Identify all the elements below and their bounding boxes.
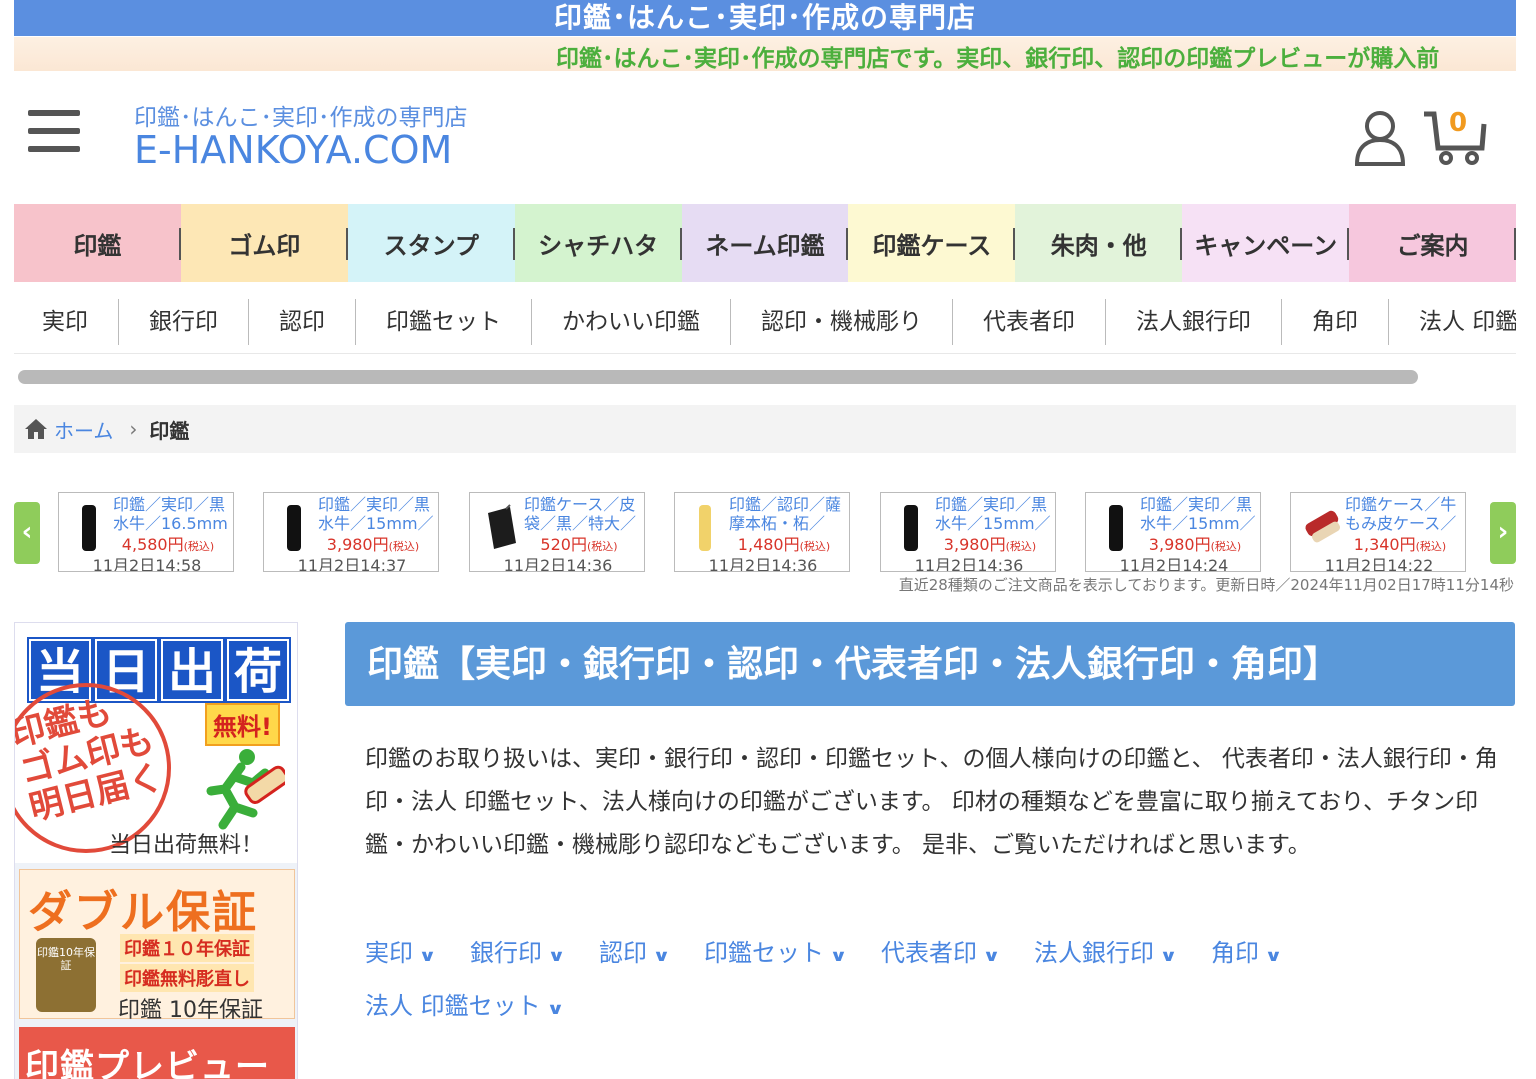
preview-title: 印鑑プレビュー [25, 1047, 270, 1079]
menu-icon[interactable] [28, 110, 80, 156]
subnav-item[interactable]: かわいい印鑑 [532, 298, 731, 345]
category-tab[interactable]: ご案内 [1349, 204, 1517, 282]
category-tab[interactable]: スタンプ [347, 204, 515, 282]
guarantee-seal-icon: 印鑑10年保証 [36, 938, 96, 1012]
anchor-link[interactable]: 法人銀行印 ∨ [1034, 935, 1178, 974]
chevron-down-icon: ∨ [829, 946, 848, 965]
breadcrumb-home[interactable]: ホーム [54, 415, 113, 444]
breadcrumb: ホーム › 印鑑 [14, 405, 1516, 453]
cart-count: 0 [1449, 108, 1468, 138]
guarantee-tag-1: 印鑑１０年保証 [120, 934, 254, 962]
carousel-item[interactable]: 印鑑／認印／薩摩本柘・柘／ 1,480円(税込) 11月2日14:36 [674, 492, 850, 572]
carousel-item[interactable]: 印鑑／実印／黒水牛／15mm／ 3,980円(税込) 11月2日14:24 [1085, 492, 1261, 572]
category-tab[interactable]: シャチハタ [514, 204, 682, 282]
carousel-item[interactable]: 印鑑ケース／牛もみ皮ケース／ 1,340円(税込) 11月2日14:22 [1290, 492, 1466, 572]
category-tab[interactable]: 朱肉・他 [1015, 204, 1183, 282]
chevron-down-icon: ∨ [652, 946, 671, 965]
user-icon[interactable] [1354, 110, 1406, 166]
subnav-item[interactable]: 角印 [1282, 298, 1389, 345]
double-guarantee-title: ダブル保証 [28, 887, 258, 938]
category-tab[interactable]: ゴム印 [180, 204, 348, 282]
anchor-links: 実印 ∨ 銀行印 ∨ 認印 ∨ 印鑑セット ∨ 代表者印 ∨ 法人銀行印 ∨ 角印 ∨ 法人 印鑑セット ∨ [365, 935, 1515, 1027]
subnav-item[interactable]: 認印・機械彫り [731, 298, 953, 345]
ticker[interactable]: 印鑑･はんこ･実印･作成の専門店です。実印、銀行印、認印の印鑑プレビューが購入前 [14, 37, 1516, 71]
product-name: 印鑑／実印／黒水牛／16.5mm [113, 495, 228, 533]
free-badge: 無料! [205, 703, 280, 746]
anchor-link[interactable]: 印鑑セット ∨ [704, 935, 848, 974]
breadcrumb-current: 印鑑 [149, 418, 190, 443]
subnav-item[interactable]: 代表者印 [953, 298, 1106, 345]
category-tab[interactable]: 印鑑ケース [848, 204, 1016, 282]
anchor-link[interactable]: 認印 ∨ [599, 935, 671, 974]
chevron-down-icon: ∨ [418, 946, 437, 965]
double-guarantee-banner[interactable]: ダブル保証 印鑑10年保証 印鑑１０年保証 印鑑無料彫直し 印鑑 10年保証 [19, 869, 295, 1023]
horizontal-scrollbar[interactable] [18, 370, 1418, 384]
subnav-item[interactable]: 認印 [249, 298, 356, 345]
top-banner: 印鑑･はんこ･実印･作成の専門店 [14, 0, 1516, 36]
subnav-item[interactable]: 印鑑セット [356, 298, 532, 345]
order-date: 11月2日14:36 [914, 556, 1024, 572]
category-nav: 印鑑 ゴム印 スタンプ シャチハタ ネーム印鑑 印鑑ケース 朱肉・他 キャンペーン ご案内 [14, 204, 1517, 282]
logo[interactable]: E-HANKOYA.COM [134, 128, 452, 172]
carousel-prev-button[interactable]: ‹ [14, 502, 40, 564]
product-name: 印鑑ケース／皮袋／黒／特大／ [524, 495, 637, 533]
product-name: 印鑑／実印／黒水牛／15mm／ [318, 495, 434, 533]
ticker-text: 印鑑･はんこ･実印･作成の専門店です。実印、銀行印、認印の印鑑プレビューが購入前 [556, 46, 1440, 71]
sidebar: 当日出荷 印鑑も ゴム印も 明日届く 無料! 当日出荷無料！ ダブル保証 印鑑1… [14, 622, 298, 1079]
page-description: 印鑑のお取り扱いは、実印・銀行印・認印・印鑑セット、の個人様向けの印鑑と、 代表… [365, 746, 1498, 858]
anchor-link[interactable]: 法人 印鑑セット ∨ [365, 988, 565, 1027]
subnav-item[interactable]: 法人 印鑑 [1389, 299, 1516, 345]
recent-orders-carousel: ‹ › 印鑑／実印／黒水牛／16.5mm 4,580円(税込) 11月2日14:58… [14, 492, 1516, 572]
chevron-down-icon: ∨ [1264, 946, 1283, 965]
chevron-down-icon: ∨ [1159, 946, 1178, 965]
sub-nav: 実印 銀行印 認印 印鑑セット かわいい印鑑 認印・機械彫り 代表者印 法人銀行印 角印 法人 印… [14, 290, 1516, 354]
product-name: 印鑑ケース／牛もみ皮ケース／ [1345, 495, 1457, 533]
header: 印鑑･はんこ･実印･作成の専門店 E-HANKOYA.COM 0 [14, 72, 1516, 202]
product-name: 印鑑／認印／薩摩本柘・柘／ [729, 495, 842, 533]
chevron-down-icon: ∨ [547, 946, 566, 965]
order-date: 11月2日14:24 [1119, 556, 1229, 572]
carousel-item[interactable]: 印鑑／実印／黒水牛／15mm／ 3,980円(税込) 11月2日14:36 [880, 492, 1056, 572]
subnav-item[interactable]: 銀行印 [119, 298, 249, 345]
anchor-link[interactable]: 代表者印 ∨ [881, 935, 1001, 974]
anchor-link[interactable]: 実印 ∨ [365, 935, 437, 974]
anchor-link[interactable]: 角印 ∨ [1211, 935, 1283, 974]
order-date: 11月2日14:37 [297, 556, 407, 572]
carousel-note: 直近28種類のご注文商品を表示しております。更新日時／2024年11月02日17… [898, 576, 1514, 594]
order-date: 11月2日14:22 [1324, 556, 1434, 572]
home-icon[interactable] [24, 418, 48, 440]
category-tab[interactable]: ネーム印鑑 [681, 204, 849, 282]
page-title: 印鑑【実印・銀行印・認印・代表者印・法人銀行印・角印】 [345, 622, 1515, 706]
subnav-item[interactable]: 実印 [14, 298, 119, 345]
same-day-shipping-banner[interactable]: 当日出荷 印鑑も ゴム印も 明日届く 無料! 当日出荷無料！ [15, 623, 297, 863]
product-name: 印鑑／実印／黒水牛／15mm／ [1140, 495, 1256, 533]
chevron-down-icon: ∨ [982, 946, 1001, 965]
breadcrumb-separator: › [129, 417, 138, 441]
guarantee-caption[interactable]: 印鑑 10年保証 [118, 992, 263, 1024]
order-date: 11月2日14:36 [503, 556, 613, 572]
anchor-link[interactable]: 銀行印 ∨ [470, 935, 566, 974]
subnav-item[interactable]: 法人銀行印 [1106, 298, 1282, 345]
preview-banner[interactable]: 印鑑プレビュー [19, 1027, 295, 1079]
same-day-caption[interactable]: 当日出荷無料！ [109, 827, 263, 859]
category-tab[interactable]: キャンペーン [1182, 204, 1350, 282]
guarantee-tag-2: 印鑑無料彫直し [120, 964, 254, 992]
category-tab[interactable]: 印鑑 [14, 204, 181, 282]
carousel-item[interactable]: 印鑑ケース／皮袋／黒／特大／ 520円(税込) 11月2日14:36 [469, 492, 645, 572]
chevron-down-icon: ∨ [546, 999, 565, 1018]
logo-subtitle[interactable]: 印鑑･はんこ･実印･作成の専門店 [134, 98, 468, 132]
order-date: 11月2日14:36 [708, 556, 818, 572]
runner-icon [206, 749, 285, 830]
order-date: 11月2日14:58 [92, 556, 202, 572]
carousel-item[interactable]: 印鑑／実印／黒水牛／16.5mm 4,580円(税込) 11月2日14:58 [58, 492, 234, 572]
product-name: 印鑑／実印／黒水牛／15mm／ [935, 495, 1051, 533]
carousel-item[interactable]: 印鑑／実印／黒水牛／15mm／ 3,980円(税込) 11月2日14:37 [263, 492, 439, 572]
carousel-next-button[interactable]: › [1490, 502, 1516, 564]
